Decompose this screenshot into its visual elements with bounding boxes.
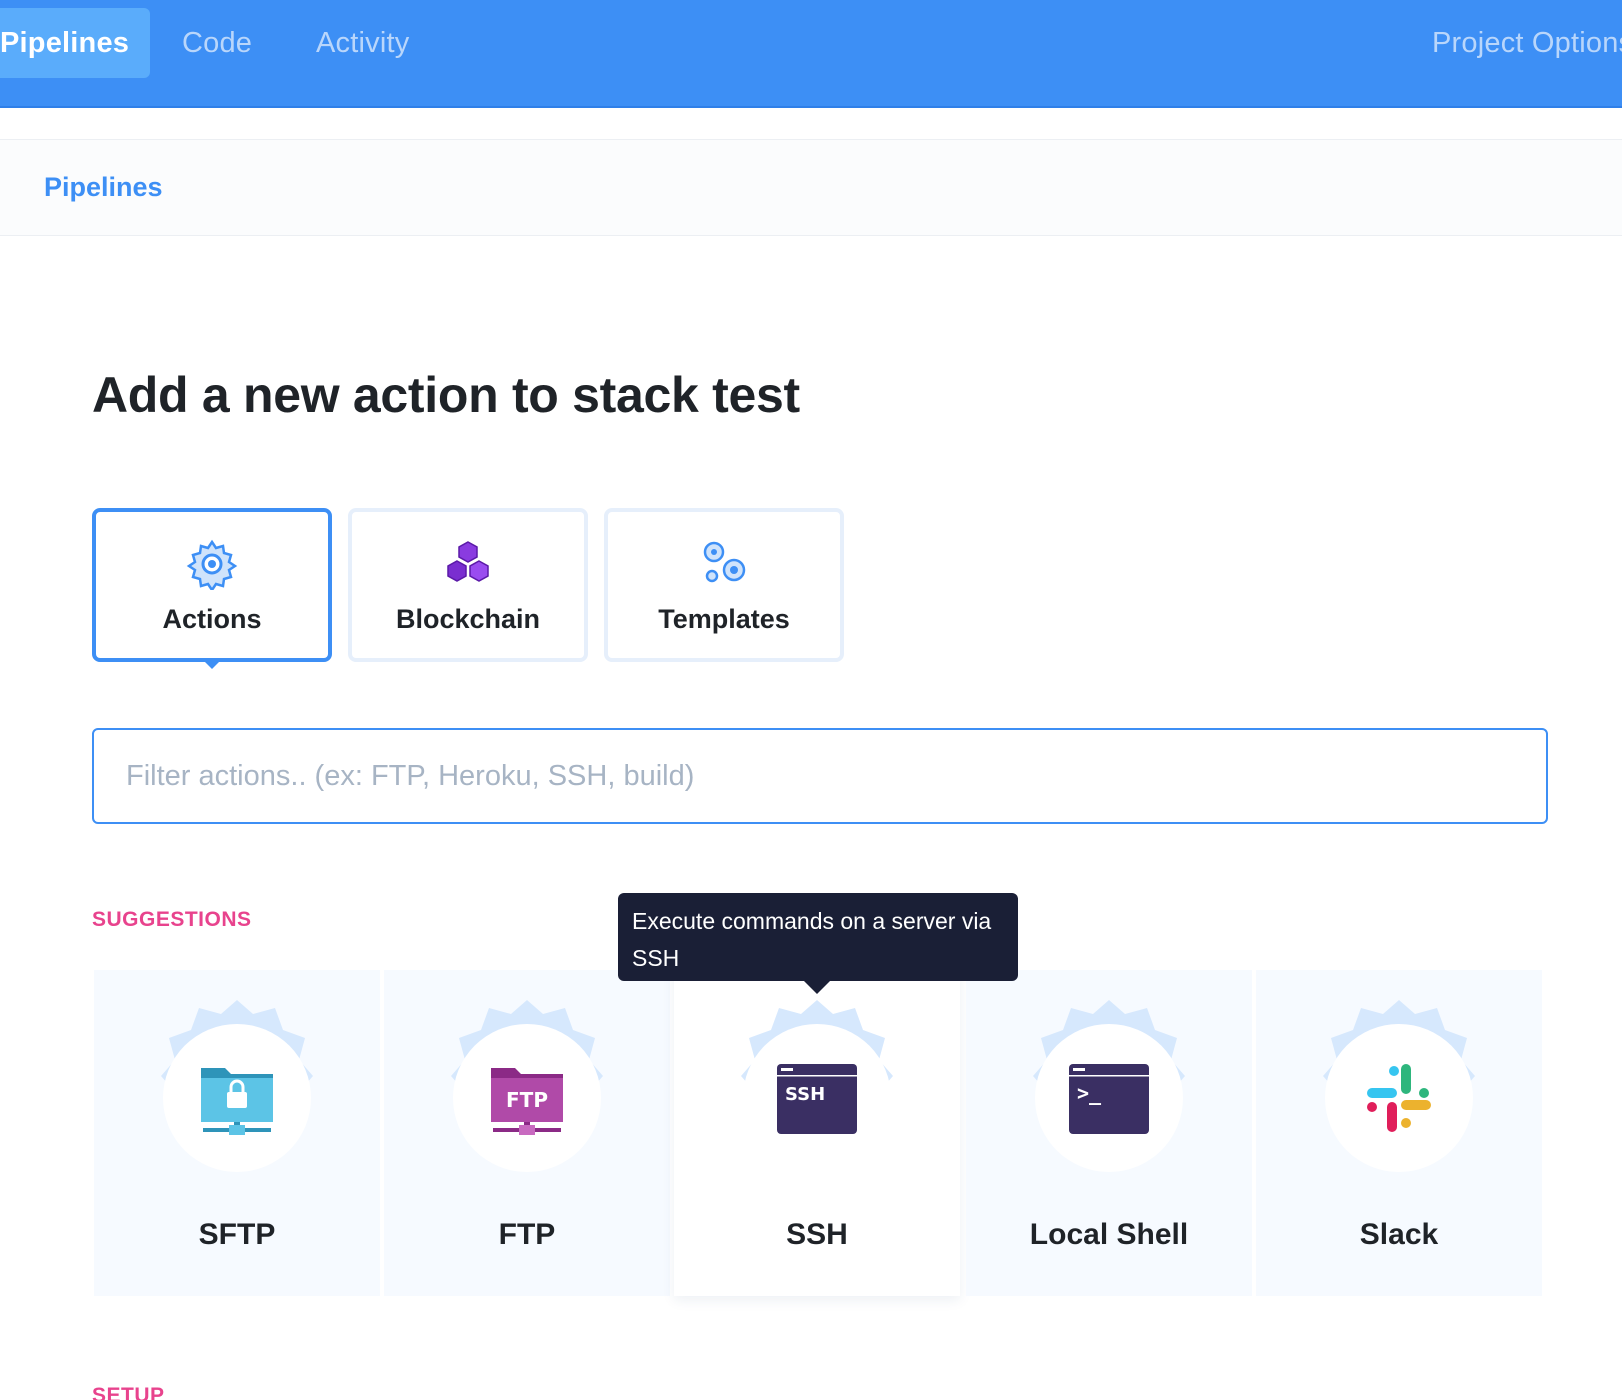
section-setup: SETUP xyxy=(92,1384,165,1400)
sub-bar xyxy=(0,108,1622,140)
category-tab-actions[interactable]: Actions xyxy=(92,508,332,662)
shell-prompt-text: >_ xyxy=(1077,1081,1102,1105)
section-suggestions: SUGGESTIONS xyxy=(92,908,252,931)
tooltip-caret xyxy=(804,981,830,994)
gear-badge: >_ xyxy=(1011,1000,1207,1196)
slack-icon xyxy=(1367,1064,1431,1132)
action-label: SSH xyxy=(786,1218,848,1251)
category-tab-templates[interactable]: Templates xyxy=(604,508,844,662)
action-card-local-shell[interactable]: >_ Local Shell xyxy=(966,970,1252,1296)
category-tab-blockchain[interactable]: Blockchain xyxy=(348,508,588,662)
gear-badge: SSH xyxy=(719,1000,915,1196)
ssh-tooltip: Execute commands on a server via SSH xyxy=(618,893,1018,981)
category-label: Blockchain xyxy=(395,604,541,634)
breadcrumb-pipelines[interactable]: Pipelines xyxy=(44,172,163,203)
category-label: Actions xyxy=(162,604,262,634)
page-title: Add a new action to stack test xyxy=(92,367,800,423)
gear-badge xyxy=(139,1000,335,1196)
top-nav: Pipelines Code Activity Project Options xyxy=(0,0,1622,108)
action-card-sftp[interactable]: SFTP xyxy=(94,970,380,1296)
action-label: Local Shell xyxy=(1029,1218,1189,1251)
action-card-ftp[interactable]: FTP FTP xyxy=(384,970,670,1296)
gears-icon xyxy=(703,541,746,583)
action-label: SFTP xyxy=(198,1218,276,1251)
action-label: FTP xyxy=(498,1218,556,1251)
ssh-terminal-icon: SSH xyxy=(777,1064,857,1134)
sftp-folder-icon xyxy=(201,1068,273,1135)
gear-badge xyxy=(1301,1000,1497,1196)
gear-badge: FTP xyxy=(429,1000,625,1196)
filter-actions-input[interactable] xyxy=(92,728,1548,824)
action-card-slack[interactable]: Slack xyxy=(1256,970,1542,1296)
action-label: Slack xyxy=(1359,1218,1439,1251)
hexagon-cluster-icon xyxy=(447,541,489,582)
gear-icon xyxy=(186,539,238,590)
breadcrumb-bar: Pipelines xyxy=(0,140,1622,236)
nav-tab-code[interactable]: Code xyxy=(182,8,252,78)
nav-project-options[interactable]: Project Options xyxy=(1432,8,1622,78)
ssh-badge-text: SSH xyxy=(785,1084,825,1105)
ftp-folder-icon: FTP xyxy=(491,1068,563,1135)
action-card-ssh[interactable]: SSH SSH xyxy=(674,970,960,1296)
nav-tab-activity[interactable]: Activity xyxy=(316,8,409,78)
ftp-badge-text: FTP xyxy=(506,1088,548,1112)
category-label: Templates xyxy=(658,604,790,634)
active-tab-caret xyxy=(203,660,221,669)
shell-terminal-icon: >_ xyxy=(1069,1064,1149,1134)
nav-tab-pipelines[interactable]: Pipelines xyxy=(0,8,150,78)
